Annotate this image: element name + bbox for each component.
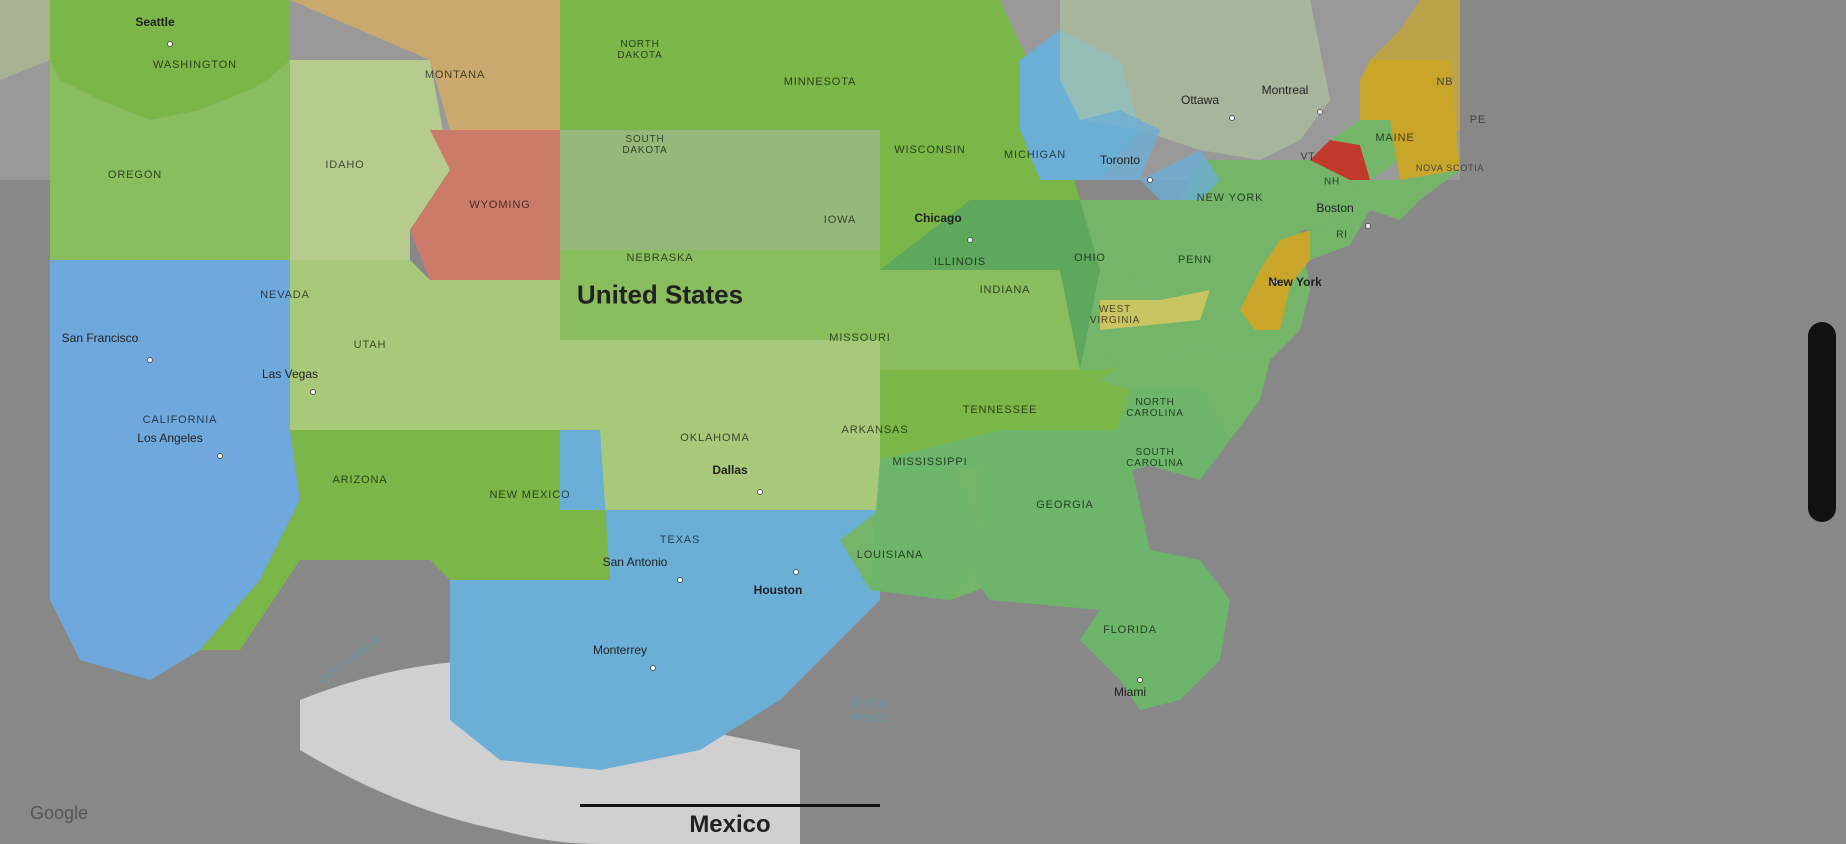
google-logo: Google [30, 803, 88, 824]
map-container: United States WASHINGTON OREGON CALIFORN… [0, 0, 1846, 844]
map-svg [0, 0, 1500, 844]
scrollbar-indicator[interactable] [1808, 322, 1836, 522]
mexico-label: Mexico [580, 804, 880, 839]
gulf-of-mexico-label: Gulf ofMexico [851, 696, 889, 724]
